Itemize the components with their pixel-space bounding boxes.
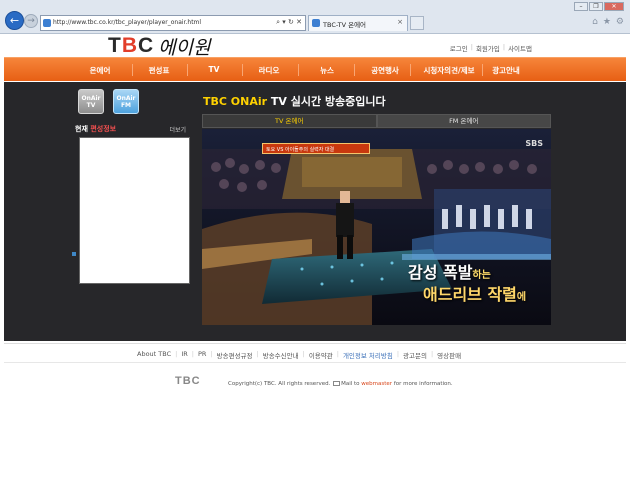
side-marker-icon xyxy=(72,252,76,256)
page-favicon-icon xyxy=(43,19,51,27)
webmaster-link[interactable]: webmaster xyxy=(361,381,392,387)
slogan-logo: 에이원 xyxy=(158,37,211,59)
schedule-header: 현재 편성정보 더보기 xyxy=(75,125,186,134)
footer-link-about[interactable]: About TBC xyxy=(137,350,171,360)
mail-icon xyxy=(333,381,341,386)
channel-tabs: TV 온에어 FM 온에어 xyxy=(202,114,551,128)
tab-fm-onair[interactable]: FM 온에어 xyxy=(376,114,551,128)
tab-close-icon[interactable]: × xyxy=(397,18,403,26)
arrow-left-icon: ← xyxy=(9,14,20,27)
footer-divider-2 xyxy=(4,362,626,363)
nav-item-tv[interactable]: TV xyxy=(186,65,242,74)
footer-link-rules[interactable]: 방송편성규정 xyxy=(217,350,253,360)
main-nav: 온에어 편성표 TV 라디오 뉴스 공연행사 시청자의견/제보 광고안내 xyxy=(4,57,626,81)
footer-divider xyxy=(4,343,626,344)
footer-logo: TBC xyxy=(175,375,201,387)
onair-title: TBC ONAir TV 실시간 방송중입니다 xyxy=(203,95,386,108)
sitemap-link[interactable]: 사이트맵 xyxy=(508,43,532,53)
nav-item-onair[interactable]: 온에어 xyxy=(72,65,128,76)
login-link[interactable]: 로그인 xyxy=(450,43,468,53)
footer-link-ad-inquiry[interactable]: 광고문의 xyxy=(403,350,427,360)
footer-link-reception[interactable]: 방송수신안내 xyxy=(263,350,299,360)
address-url: http://www.tbc.co.kr/tbc_player/player_o… xyxy=(53,19,202,26)
schedule-panel xyxy=(79,137,190,284)
caption-line-1: 감성 폭발하는 xyxy=(408,263,491,282)
minimize-button[interactable]: – xyxy=(574,2,588,11)
forward-button[interactable]: → xyxy=(24,14,38,28)
nav-item-ads[interactable]: 광고안내 xyxy=(478,65,534,76)
back-button[interactable]: ← xyxy=(5,11,24,30)
tab-tv-onair[interactable]: TV 온에어 xyxy=(202,114,377,128)
top-links: 로그인 | 회원가입 | 사이트맵 xyxy=(449,43,532,53)
new-tab-button[interactable] xyxy=(410,16,424,30)
window-controls: – ❐ ✕ xyxy=(574,2,624,11)
caption-line-2: 애드리브 작렬에 xyxy=(423,285,527,304)
video-player[interactable]: 토요 VS 아이돌주의 실력자 대결 SBS 감성 폭발하는 애드리브 작렬에 xyxy=(202,129,551,325)
footer-link-ir[interactable]: IR xyxy=(181,350,187,360)
tab-favicon-icon xyxy=(312,19,320,27)
nav-item-events[interactable]: 공연행사 xyxy=(357,65,413,76)
nav-item-feedback[interactable]: 시청자의견/제보 xyxy=(410,65,488,76)
gear-icon[interactable]: ⚙ xyxy=(616,17,624,27)
home-icon[interactable]: ⌂ xyxy=(592,17,598,27)
nav-item-schedule[interactable]: 편성표 xyxy=(131,65,187,76)
onair-tv-button[interactable]: OnAir TV xyxy=(78,89,104,114)
schedule-more-link[interactable]: 더보기 xyxy=(169,125,186,134)
browser-tab[interactable]: TBC-TV 온에어 × xyxy=(308,15,408,31)
copyright: Copyright(c) TBC. All rights reserved. M… xyxy=(228,381,453,387)
signup-link[interactable]: 회원가입 xyxy=(476,43,500,53)
address-tools[interactable]: ⌕ ▾ ↻ ✕ xyxy=(276,18,302,27)
tbc-logo[interactable]: TBC xyxy=(108,34,154,58)
address-bar[interactable]: http://www.tbc.co.kr/tbc_player/player_o… xyxy=(40,15,306,31)
nav-item-radio[interactable]: 라디오 xyxy=(241,65,297,76)
footer-link-pr[interactable]: PR xyxy=(198,350,206,360)
onair-fm-button[interactable]: OnAir FM xyxy=(113,89,139,114)
video-captions: 감성 폭발하는 애드리브 작렬에 xyxy=(202,129,551,325)
tab-title: TBC-TV 온에어 xyxy=(323,21,367,29)
star-icon[interactable]: ★ xyxy=(603,17,611,27)
close-window-button[interactable]: ✕ xyxy=(604,2,624,11)
browser-icons: ⌂ ★ ⚙ xyxy=(592,17,624,27)
footer-link-terms[interactable]: 이용약관 xyxy=(309,350,333,360)
site-header xyxy=(0,34,630,58)
footer-link-privacy[interactable]: 개인정보 처리방침 xyxy=(343,350,393,360)
nav-item-news[interactable]: 뉴스 xyxy=(299,65,355,76)
browser-chrome: ← → http://www.tbc.co.kr/tbc_player/play… xyxy=(0,0,630,34)
footer-links: About TBC | IR | PR | 방송편성규정 | 방송수신안내 | 이용약관 |… xyxy=(137,350,462,360)
footer-link-video-sales[interactable]: 영상판매 xyxy=(437,350,461,360)
arrow-right-icon: → xyxy=(27,16,35,26)
restore-button[interactable]: ❐ xyxy=(589,2,603,11)
